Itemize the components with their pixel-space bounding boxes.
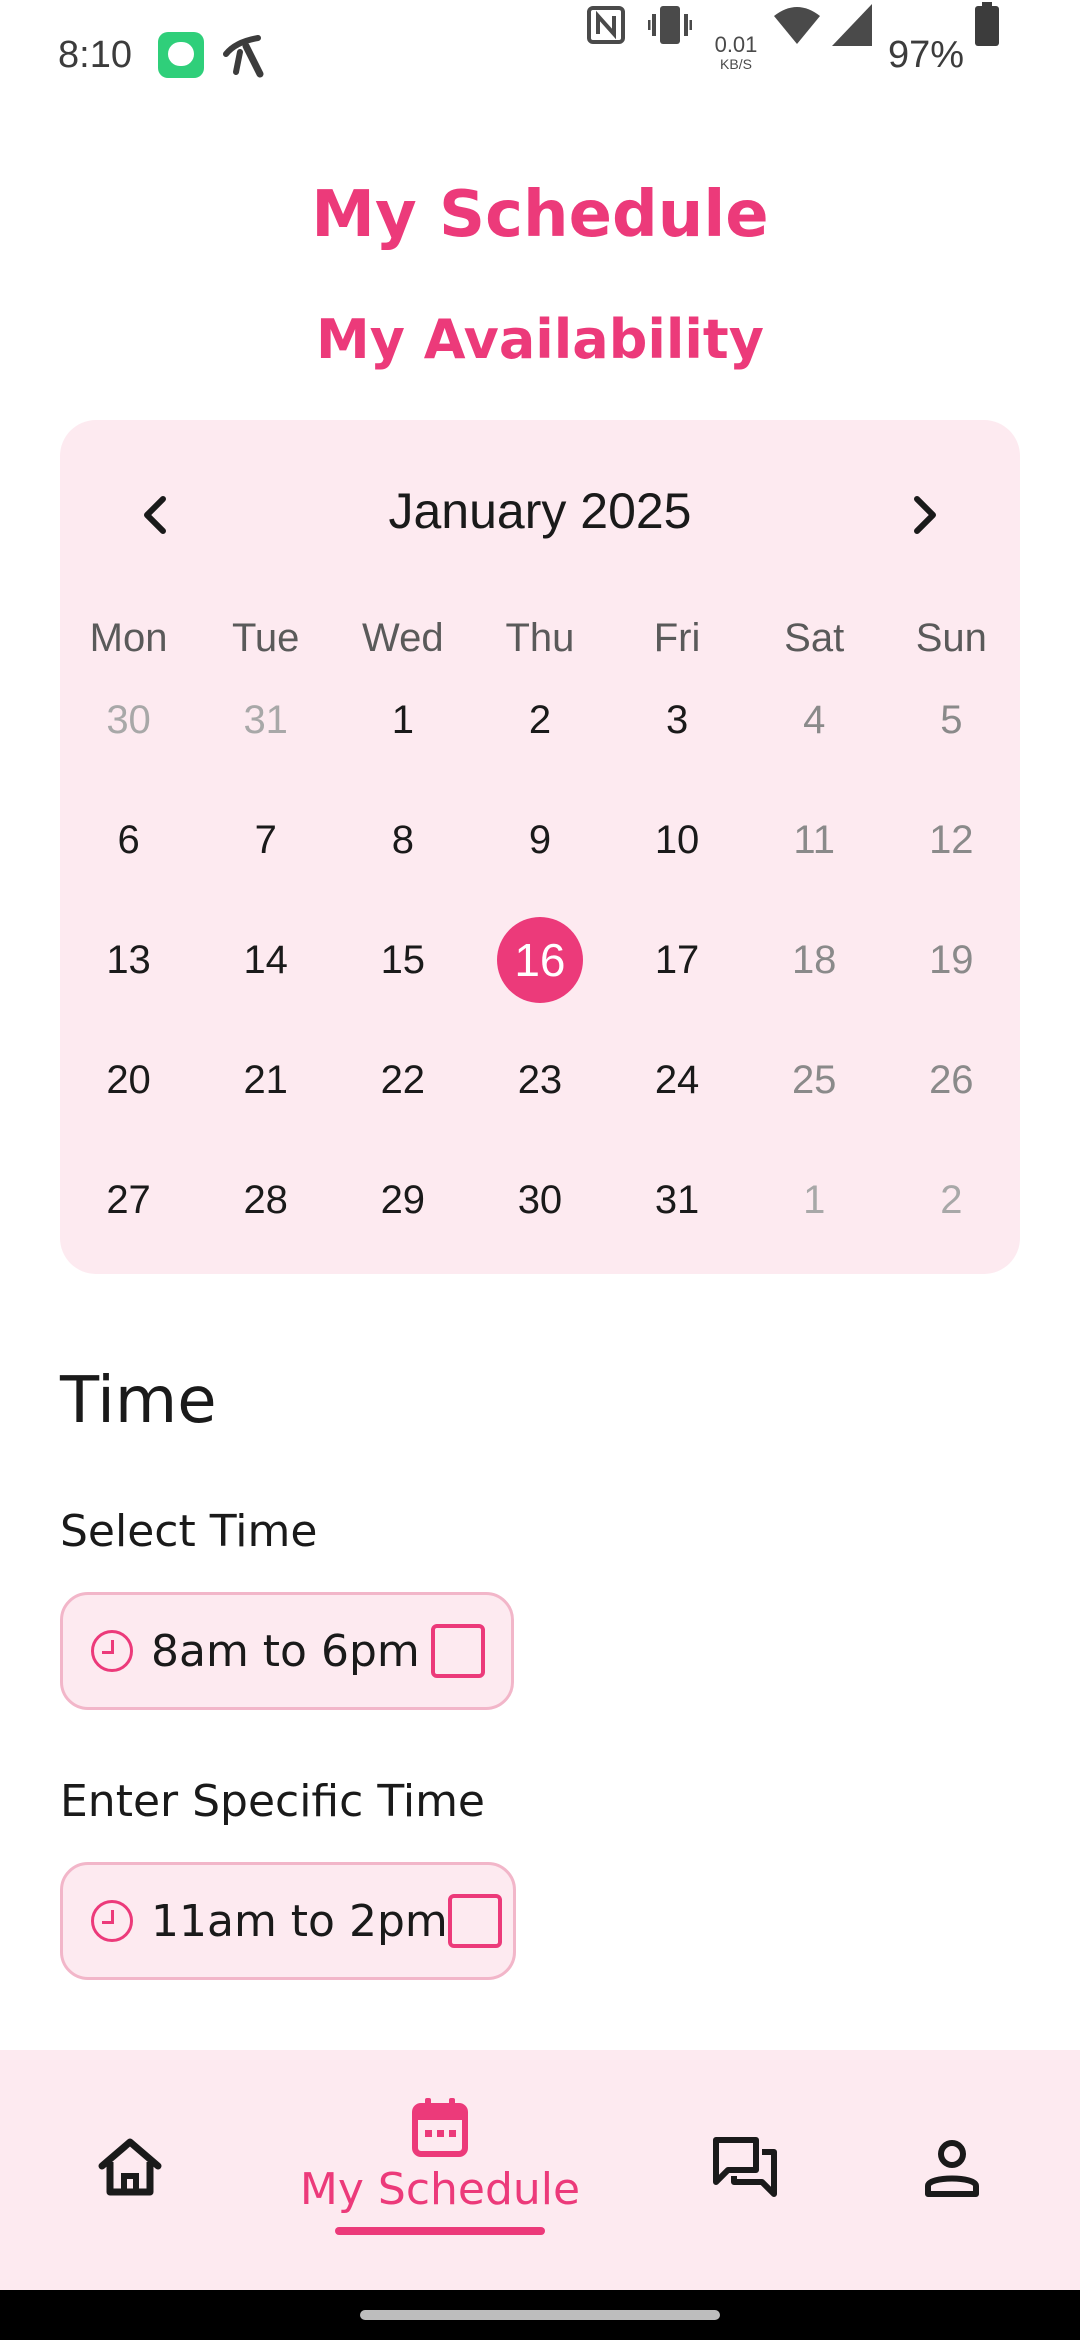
specific-time-label: Enter Specific Time <box>60 1776 486 1827</box>
calendar-day[interactable]: 4 <box>746 660 883 780</box>
select-time-label: Select Time <box>60 1506 318 1557</box>
calendar-day[interactable]: 30 <box>471 1140 608 1260</box>
calendar-day[interactable]: 14 <box>197 900 334 1020</box>
weekday-label: Sun <box>915 616 987 660</box>
weekday-label: Tue <box>231 616 300 660</box>
calendar-day[interactable]: 29 <box>334 1140 471 1260</box>
calendar-day-grid: 30 31 1 2 3 4 5 6 7 8 9 10 11 12 13 14 1… <box>60 660 1020 1260</box>
network-speed: 0.01 KB/S <box>712 32 760 73</box>
active-tab-indicator <box>335 2227 545 2235</box>
calendar-day[interactable]: 11 <box>746 780 883 900</box>
calendar-day[interactable]: 2 <box>471 660 608 780</box>
chat-icon <box>713 2137 777 2197</box>
weekday-label: Wed <box>362 616 444 660</box>
vibrate-icon <box>648 6 692 44</box>
time-option-chip[interactable]: 8am to 6pm <box>60 1592 514 1710</box>
calendar-day[interactable]: 1 <box>334 660 471 780</box>
calendar-day[interactable]: 24 <box>609 1020 746 1140</box>
nav-my-schedule[interactable]: My Schedule <box>290 2050 590 2290</box>
time-option-label: 8am to 6pm <box>151 1625 420 1677</box>
clock-icon <box>91 1900 133 1942</box>
page-title: My Schedule <box>311 178 769 252</box>
speed-value: 0.01 <box>714 32 758 57</box>
weekday-label: Mon <box>89 616 168 660</box>
calendar-day[interactable]: 20 <box>60 1020 197 1140</box>
specific-time-checkbox[interactable] <box>447 1894 502 1948</box>
clock-icon <box>91 1630 133 1672</box>
calendar-day[interactable]: 1 <box>746 1140 883 1260</box>
signal-icon <box>832 4 872 46</box>
status-time: 8:10 <box>58 34 132 76</box>
calendar-weekday-row: Mon Tue Wed Thu Fri Sat Sun <box>60 616 1020 661</box>
battery-icon <box>975 2 999 46</box>
nav-messages[interactable] <box>695 2050 795 2290</box>
calendar-day[interactable]: 31 <box>197 660 334 780</box>
speed-unit: KB/S <box>720 56 752 72</box>
status-bar: 8:10 0.01 KB/S 97% <box>0 0 1080 110</box>
calendar-day[interactable]: 2 <box>883 1140 1020 1260</box>
next-month-button[interactable] <box>890 480 960 550</box>
calendar-icon <box>412 2098 468 2157</box>
calendar-day[interactable]: 8 <box>334 780 471 900</box>
home-icon <box>98 2138 162 2196</box>
calendar-day[interactable]: 15 <box>334 900 471 1020</box>
calendar-day[interactable]: 12 <box>883 780 1020 900</box>
bottom-nav: My Schedule <box>0 2050 1080 2290</box>
calendar: January 2025 Mon Tue Wed Thu Fri Sat Sun… <box>60 420 1020 1274</box>
calendar-day[interactable]: 7 <box>197 780 334 900</box>
calendar-day[interactable]: 17 <box>609 900 746 1020</box>
calendar-day[interactable]: 23 <box>471 1020 608 1140</box>
weekday-label: Sat <box>784 616 845 660</box>
nav-home[interactable] <box>80 2050 180 2290</box>
nav-my-schedule-label: My Schedule <box>299 2164 581 2215</box>
calendar-day[interactable]: 22 <box>334 1020 471 1140</box>
page-subtitle: My Availability <box>316 308 764 371</box>
calendar-day-selected[interactable]: 16 <box>471 900 608 1020</box>
system-nav-bar <box>0 2290 1080 2340</box>
calendar-day[interactable]: 25 <box>746 1020 883 1140</box>
specific-time-chip[interactable]: 11am to 2pm <box>60 1862 516 1980</box>
nav-profile[interactable] <box>902 2050 1002 2290</box>
calendar-day[interactable]: 10 <box>609 780 746 900</box>
calendar-day[interactable]: 9 <box>471 780 608 900</box>
calendar-day[interactable]: 26 <box>883 1020 1020 1140</box>
time-heading: Time <box>60 1364 217 1438</box>
calendar-day[interactable]: 31 <box>609 1140 746 1260</box>
calendar-day[interactable]: 19 <box>883 900 1020 1020</box>
calendar-day[interactable]: 6 <box>60 780 197 900</box>
carrier-icon <box>223 35 264 78</box>
calendar-day[interactable]: 21 <box>197 1020 334 1140</box>
specific-time-label-text: 11am to 2pm <box>151 1895 448 1947</box>
calendar-day[interactable]: 13 <box>60 900 197 1020</box>
calendar-day[interactable]: 27 <box>60 1140 197 1260</box>
battery-percent: 97% <box>888 34 965 76</box>
selected-day-label: 16 <box>496 917 583 1003</box>
home-gesture-handle[interactable] <box>360 2310 720 2320</box>
calendar-day[interactable]: 28 <box>197 1140 334 1260</box>
profile-icon <box>925 2140 979 2197</box>
calendar-month-label: January 2025 <box>388 483 692 539</box>
calendar-day[interactable]: 3 <box>609 660 746 780</box>
nfc-icon <box>587 6 625 44</box>
wifi-icon <box>774 7 820 44</box>
weekday-label: Thu <box>505 616 575 660</box>
time-option-checkbox[interactable] <box>431 1624 485 1678</box>
weekday-label: Fri <box>653 616 701 660</box>
chat-app-icon <box>158 32 204 78</box>
chevron-right-icon <box>914 496 936 534</box>
calendar-day[interactable]: 30 <box>60 660 197 780</box>
calendar-day[interactable]: 5 <box>883 660 1020 780</box>
calendar-day[interactable]: 18 <box>746 900 883 1020</box>
